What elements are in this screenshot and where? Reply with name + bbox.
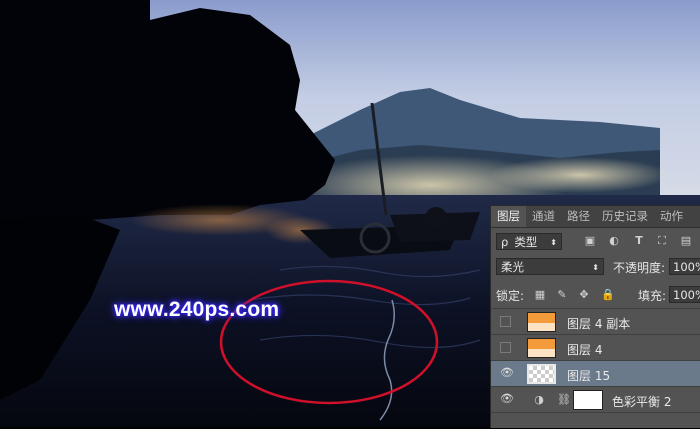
visibility-toggle[interactable] [500, 342, 511, 353]
adjustment-icon: ◑ [534, 393, 544, 406]
filter-label: 类型 [514, 235, 538, 249]
layer-name: 图层 15 [567, 369, 611, 383]
tab-paths[interactable]: 路径 [561, 206, 596, 227]
tab-layers[interactable]: 图层 [491, 206, 526, 227]
image-filter-icon[interactable]: ▣ [584, 235, 596, 247]
layers-panel: 图层 通道 路径 历史记录 动作 ρ 类型 ⬍ ▣ ◐ T ⛶ ▤ 柔光 ⬍ 不透… [490, 205, 700, 428]
eye-icon[interactable]: 👁 [500, 367, 514, 379]
eye-icon[interactable]: 👁 [500, 393, 514, 405]
layer-row-selected[interactable]: 👁 图层 15 [491, 360, 700, 387]
spinner-icon: ⬍ [592, 263, 599, 272]
layer-name: 色彩平衡 2 [612, 395, 672, 409]
layer-thumbnail [527, 338, 556, 358]
mist-glow-right [490, 157, 670, 193]
lock-pixels-icon[interactable]: ▦ [534, 289, 546, 301]
opacity-label: 不透明度: [613, 261, 666, 275]
layer-row-partial [491, 412, 700, 429]
lock-all-icon[interactable]: 🔒 [601, 289, 615, 301]
shape-filter-icon[interactable]: ⛶ [656, 235, 668, 247]
search-icon: ρ [501, 235, 509, 249]
opacity-input[interactable]: 100% [669, 258, 700, 275]
layer-name: 图层 4 副本 [567, 317, 631, 331]
layer-row[interactable]: 图层 4 [491, 334, 700, 361]
lock-label: 锁定: [496, 289, 525, 303]
watermark-text: www.240ps.com [114, 298, 280, 321]
boat-barrel [425, 207, 447, 229]
adjust-filter-icon[interactable]: ◐ [608, 235, 620, 247]
layer-name: 图层 4 [567, 343, 603, 357]
smart-filter-icon[interactable]: ▤ [680, 235, 692, 247]
tab-actions[interactable]: 动作 [654, 206, 689, 227]
layer-mask-thumbnail [573, 390, 603, 410]
layer-thumbnail [527, 364, 556, 384]
blend-mode-value: 柔光 [501, 260, 524, 274]
tab-history[interactable]: 历史记录 [596, 206, 654, 227]
lock-move-icon[interactable]: ✥ [578, 289, 590, 301]
link-icon[interactable]: ⛓ [557, 394, 571, 406]
panel-tabs: 图层 通道 路径 历史记录 动作 [491, 206, 700, 228]
lock-paint-icon[interactable]: ✎ [556, 289, 568, 301]
fill-label: 填充: [638, 289, 667, 303]
layer-filter-select[interactable]: ρ 类型 ⬍ [496, 233, 562, 250]
spinner-icon: ⬍ [550, 238, 557, 247]
layer-row[interactable]: 图层 4 副本 [491, 308, 700, 335]
text-filter-icon[interactable]: T [633, 235, 645, 247]
fill-input[interactable]: 100% [669, 286, 700, 303]
layer-row[interactable]: 👁 ◑ ⛓ 色彩平衡 2 [491, 386, 700, 413]
tab-channels[interactable]: 通道 [526, 206, 561, 227]
layer-thumbnail [527, 312, 556, 332]
visibility-toggle[interactable] [500, 316, 511, 327]
blend-mode-select[interactable]: 柔光 ⬍ [496, 258, 604, 275]
